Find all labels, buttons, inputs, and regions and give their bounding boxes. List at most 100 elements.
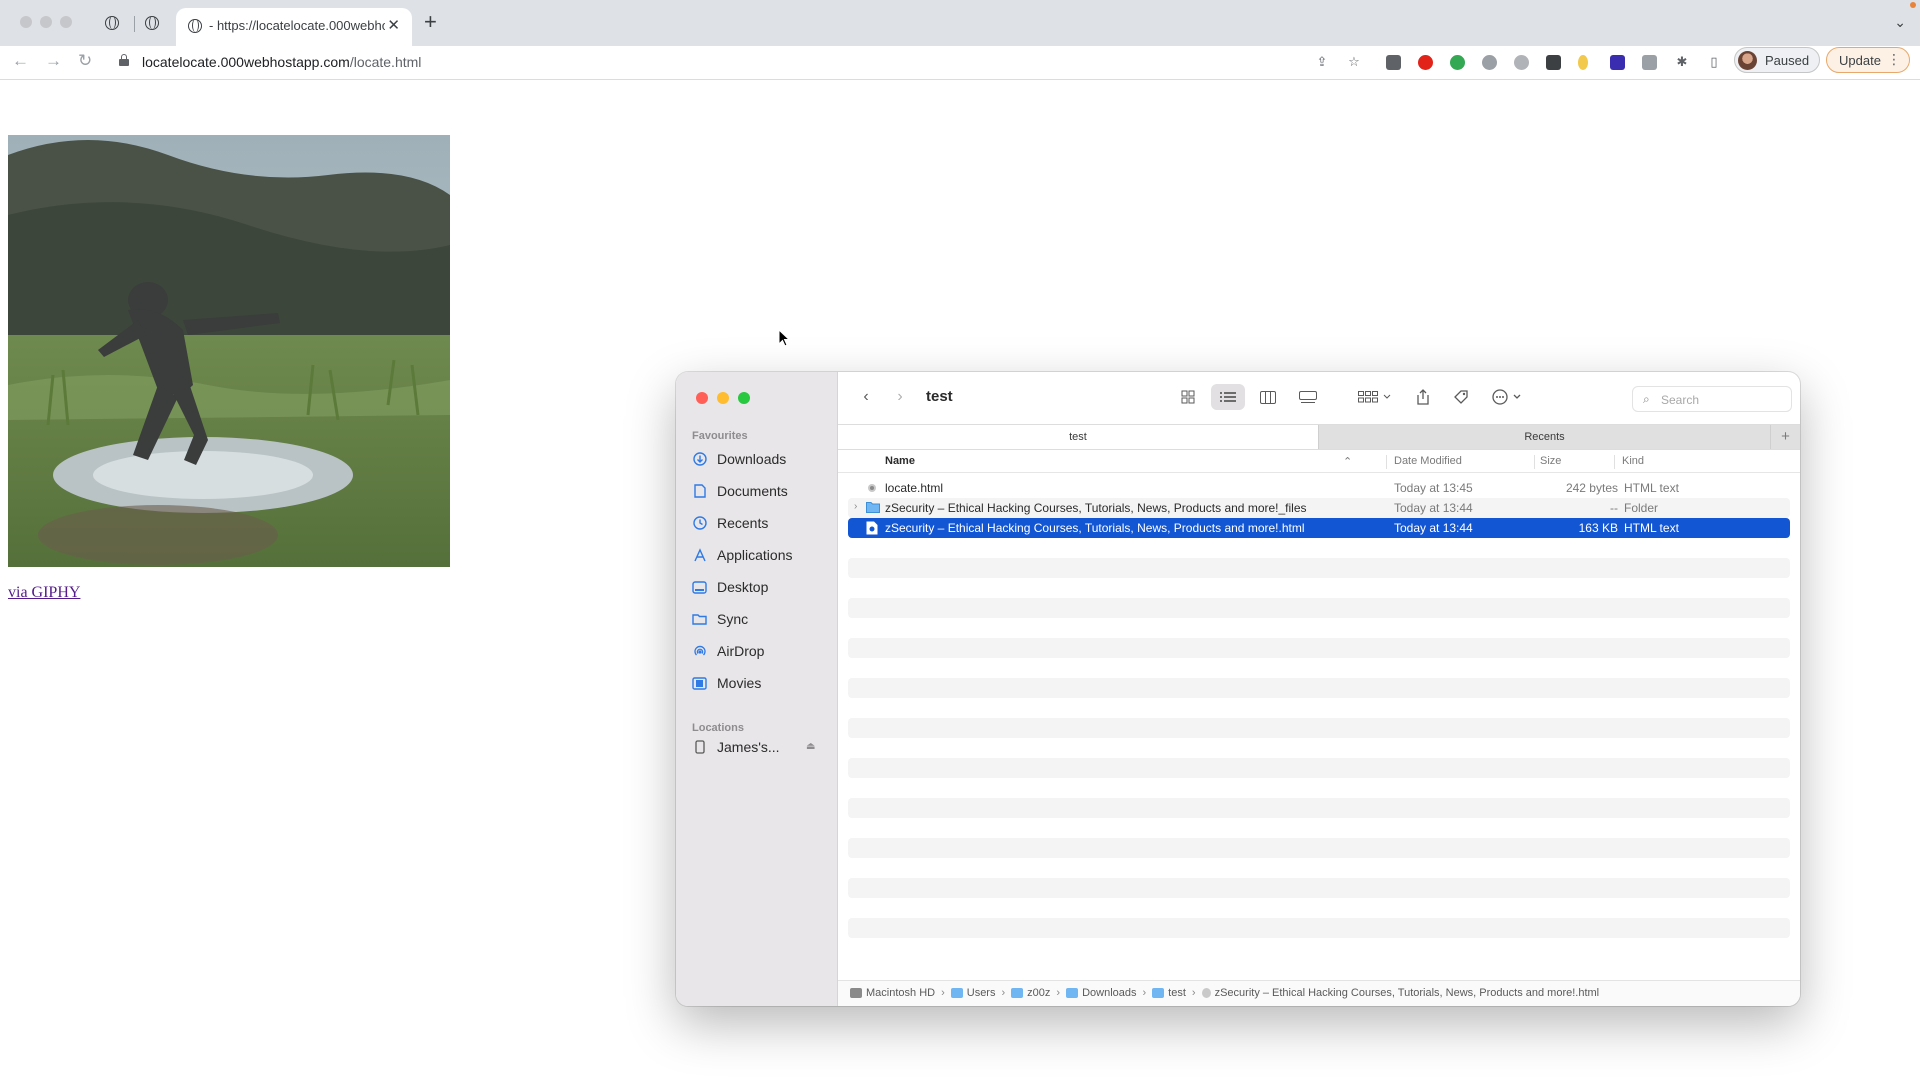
empty-row: [848, 778, 1790, 798]
empty-row: [848, 658, 1790, 678]
hard-disk-icon: [850, 988, 862, 998]
chevron-down-icon[interactable]: ⌄: [1894, 14, 1906, 31]
via-giphy-link[interactable]: via GIPHY: [8, 584, 80, 602]
lock-icon[interactable]: [119, 54, 129, 66]
gallery-view-icon[interactable]: [1296, 386, 1320, 408]
gif-illustration: [8, 135, 450, 567]
eject-icon[interactable]: ⏏: [806, 741, 815, 752]
column-divider: [1614, 455, 1615, 469]
sidebar-item-downloads[interactable]: Downloads: [692, 447, 832, 471]
file-date: Today at 13:44: [1394, 521, 1473, 535]
empty-row: [848, 898, 1790, 918]
download-icon: [692, 452, 707, 467]
column-view-icon[interactable]: [1256, 386, 1280, 408]
tab-divider: [134, 16, 135, 32]
address-bar[interactable]: locatelocate.000webhostapp.com/locate.ht…: [142, 54, 421, 70]
finder-sidebar: Favourites Downloads Documents Recents A…: [676, 372, 838, 1006]
profile-button[interactable]: Paused: [1734, 47, 1820, 73]
list-view-icon[interactable]: [1216, 386, 1240, 408]
reload-icon[interactable]: ↻: [78, 51, 92, 71]
extension-opera-icon[interactable]: [1418, 55, 1433, 70]
column-divider: [1386, 455, 1387, 469]
sidebar-item-applications[interactable]: Applications: [692, 543, 832, 567]
file-row-selected[interactable]: zSecurity – Ethical Hacking Courses, Tut…: [848, 518, 1790, 538]
html-file-icon: [866, 481, 879, 495]
sidebar-item-sync[interactable]: Sync: [692, 607, 832, 631]
back-arrow-icon[interactable]: ←: [12, 51, 29, 71]
extension-mask-icon[interactable]: [1514, 55, 1529, 70]
finder-minimize-button[interactable]: [717, 392, 729, 404]
path-bar: Macintosh HD › Users › z00z › Downloads › te…: [838, 980, 1800, 1006]
update-button[interactable]: Update ⋮: [1826, 47, 1910, 73]
forward-chevron-icon[interactable]: ›: [890, 386, 910, 408]
sidebar-item-recents[interactable]: Recents: [692, 511, 832, 535]
file-row[interactable]: locate.html Today at 13:45 242 bytes HTM…: [848, 478, 1790, 498]
forward-arrow-icon[interactable]: →: [45, 51, 62, 71]
finder-close-button[interactable]: [696, 392, 708, 404]
tab-close-button[interactable]: ✕: [387, 16, 400, 34]
mouse-pointer-icon: [778, 328, 791, 352]
share-icon[interactable]: [1412, 386, 1434, 408]
sidebar-item-airdrop[interactable]: AirDrop: [692, 639, 832, 663]
path-item-home[interactable]: z00z ›: [1011, 987, 1066, 999]
column-header-kind[interactable]: Kind: [1622, 455, 1644, 467]
more-actions-icon[interactable]: [1490, 386, 1530, 408]
empty-row: [848, 918, 1790, 938]
extensions-puzzle-icon[interactable]: ✱: [1674, 54, 1690, 70]
document-icon: [692, 484, 707, 499]
extension-camera-icon[interactable]: [1642, 55, 1657, 70]
column-divider: [1534, 455, 1535, 469]
new-tab-button[interactable]: +: [424, 11, 437, 33]
add-tab-button[interactable]: +: [1770, 425, 1800, 449]
phone-icon: [692, 740, 707, 755]
column-header-name[interactable]: Name: [885, 455, 915, 467]
file-name: locate.html: [885, 481, 944, 495]
search-icon: ⌕: [1643, 392, 1650, 406]
back-chevron-icon[interactable]: ‹: [856, 386, 876, 408]
more-menu-icon[interactable]: ⋮: [1887, 51, 1901, 68]
zoom-window-button[interactable]: [60, 16, 72, 28]
search-field[interactable]: ⌕ Search: [1632, 386, 1792, 412]
browser-toolbar: ← → ↻ locatelocate.000webhostapp.com/loc…: [0, 46, 1920, 80]
file-row[interactable]: › zSecurity – Ethical Hacking Courses, T…: [848, 498, 1790, 518]
pinned-tab-2[interactable]: [142, 13, 162, 33]
finder-zoom-button[interactable]: [738, 392, 750, 404]
pinned-tab-1[interactable]: [102, 13, 122, 33]
bookmark-star-icon[interactable]: ☆: [1346, 54, 1362, 70]
path-item-downloads[interactable]: Downloads ›: [1066, 987, 1152, 999]
side-panel-icon[interactable]: ▯: [1706, 54, 1722, 70]
extension-folder-icon[interactable]: [1546, 55, 1561, 70]
share-icon[interactable]: ⇪: [1314, 54, 1330, 70]
column-header-size[interactable]: Size: [1540, 455, 1561, 467]
column-header-date[interactable]: Date Modified: [1394, 455, 1462, 467]
path-item-test[interactable]: test ›: [1152, 987, 1201, 999]
empty-row: [848, 798, 1790, 818]
active-tab[interactable]: - https://locatelocate.000webhostapp.com…: [176, 8, 412, 46]
extension-search-icon[interactable]: [1482, 55, 1497, 70]
sidebar-item-documents[interactable]: Documents: [692, 479, 832, 503]
extension-n-icon[interactable]: [1578, 55, 1588, 70]
extension-download-icon[interactable]: [1386, 55, 1401, 70]
sidebar-item-desktop[interactable]: Desktop: [692, 575, 832, 599]
path-item-file[interactable]: zSecurity – Ethical Hacking Courses, Tut…: [1201, 987, 1599, 999]
minimize-window-button[interactable]: [40, 16, 52, 28]
folder-icon: [1066, 988, 1079, 998]
sidebar-item-movies[interactable]: Movies: [692, 671, 832, 695]
empty-row: [848, 718, 1790, 738]
globe-icon: [188, 19, 202, 33]
tab-test[interactable]: test: [838, 425, 1318, 449]
extension-shield-icon[interactable]: [1610, 55, 1625, 70]
sidebar-item-label: James's...: [717, 739, 780, 755]
path-item-users[interactable]: Users ›: [950, 987, 1011, 999]
icon-view-icon[interactable]: [1176, 386, 1200, 408]
tab-recents[interactable]: Recents: [1318, 425, 1770, 449]
extension-m-icon[interactable]: [1450, 55, 1465, 70]
path-item-disk[interactable]: Macintosh HD ›: [850, 987, 951, 999]
group-by-icon[interactable]: [1356, 386, 1394, 408]
sort-chevron-icon[interactable]: ⌃: [1343, 455, 1352, 468]
close-window-button[interactable]: [20, 16, 32, 28]
favourites-heading: Favourites: [692, 430, 748, 442]
tag-icon[interactable]: [1450, 386, 1472, 408]
file-size: 242 bytes: [1565, 481, 1618, 495]
disclosure-triangle-icon[interactable]: ›: [854, 501, 857, 512]
